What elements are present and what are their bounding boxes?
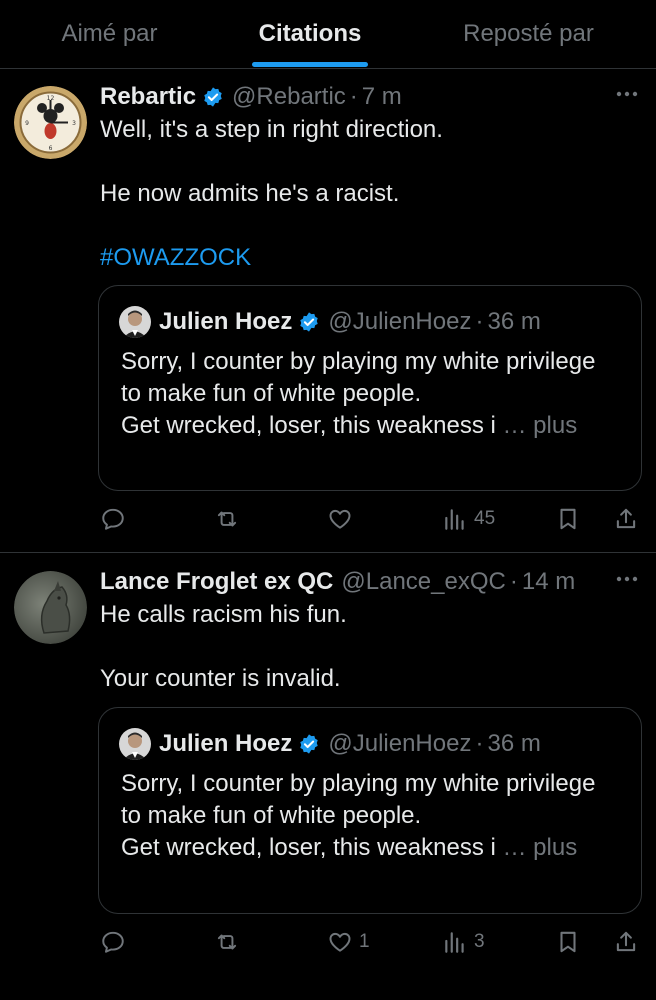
quoted-text-line: Sorry, I counter by playing my white pri…: [121, 348, 596, 375]
author-name[interactable]: Lance Froglet ex QC: [100, 568, 333, 596]
quoted-post-text: Sorry, I counter by playing my white pri…: [121, 346, 629, 442]
separator-dot: ·: [509, 568, 518, 595]
views-button[interactable]: 45: [442, 499, 495, 539]
post-header: Rebartic @Rebartic · 7 m: [100, 80, 642, 114]
post[interactable]: 12 3 6 9 Rebartic @Rebartic · 7 m Well, …: [0, 68, 656, 553]
reply-icon: [102, 931, 124, 953]
post[interactable]: Lance Froglet ex QC @Lance_exQC · 14 m H…: [0, 553, 656, 1000]
svg-text:9: 9: [25, 120, 29, 127]
quoted-author-handle: @JulienHoez: [328, 308, 472, 335]
svg-text:6: 6: [49, 145, 53, 152]
like-count: 1: [359, 931, 370, 952]
views-chart-icon: [445, 932, 464, 953]
post-header: Lance Froglet ex QC @Lance_exQC · 14 m: [100, 565, 642, 599]
quoted-text-line: to make fun of white people.: [121, 380, 422, 407]
reply-icon: [102, 508, 124, 530]
view-count: 45: [474, 508, 496, 529]
quoted-post-text: Sorry, I counter by playing my white pri…: [121, 768, 629, 864]
repost-icon: [217, 511, 237, 527]
post-text: He calls racism his fun. Your counter is…: [100, 599, 636, 695]
repost-button[interactable]: [214, 922, 246, 962]
svg-text:12: 12: [47, 95, 55, 102]
hashtag-link[interactable]: #OWAZZOCK: [100, 242, 636, 274]
like-button[interactable]: 1: [327, 922, 370, 962]
post-text-line: Well, it's a step in right direction.: [100, 116, 443, 143]
views-chart-icon: [445, 509, 464, 530]
quoted-author-handle: @JulienHoez: [328, 730, 472, 757]
tab-liked-by[interactable]: Aimé par: [0, 0, 219, 68]
avatar: [119, 728, 151, 760]
more-options-icon[interactable]: [612, 565, 642, 593]
avatar[interactable]: [14, 571, 87, 644]
verified-badge-icon: [202, 86, 224, 108]
avatar[interactable]: 12 3 6 9: [14, 86, 87, 159]
quoted-post-time: 36 m: [487, 308, 541, 335]
post-text-line: He now admits he's a racist.: [100, 180, 400, 207]
post-text-line: Your counter is invalid.: [100, 665, 341, 692]
quoted-author-name: Julien Hoez: [159, 308, 293, 335]
quoted-text-line: Sorry, I counter by playing my white pri…: [121, 770, 596, 797]
bookmark-button[interactable]: [555, 922, 581, 962]
post-text: Well, it's a step in right direction. He…: [100, 114, 636, 274]
bookmark-icon: [560, 931, 576, 953]
more-options-icon[interactable]: [612, 80, 642, 108]
author-name[interactable]: Rebartic: [100, 83, 196, 111]
reply-button[interactable]: [100, 499, 132, 539]
separator-dot: ·: [475, 730, 484, 757]
quoted-text-line: Get wrecked, loser, this weakness i: [121, 834, 496, 861]
share-button[interactable]: [613, 922, 639, 962]
views-button[interactable]: 3: [442, 922, 485, 962]
quoted-author-name: Julien Hoez: [159, 730, 293, 757]
bookmark-icon: [560, 508, 576, 530]
quoted-post[interactable]: Julien Hoez @JulienHoez · 36 m Sorry, I …: [98, 707, 642, 914]
tab-label: Reposté par: [463, 20, 594, 47]
show-more-link[interactable]: … plus: [503, 834, 578, 861]
horse-painting-avatar-icon: [14, 571, 87, 644]
quoted-post[interactable]: Julien Hoez @JulienHoez · 36 m Sorry, I …: [98, 285, 642, 491]
verified-badge-icon: [298, 311, 320, 333]
bookmark-button[interactable]: [555, 499, 581, 539]
verified-badge-icon: [298, 733, 320, 755]
quoted-text-line: to make fun of white people.: [121, 802, 422, 829]
view-count: 3: [474, 931, 485, 952]
quoted-post-header: Julien Hoez @JulienHoez · 36 m: [119, 726, 631, 762]
quoted-post-time: 36 m: [487, 730, 541, 757]
post-text-line: He calls racism his fun.: [100, 601, 347, 628]
separator-dot: ·: [475, 308, 484, 335]
tab-label: Citations: [258, 20, 362, 47]
post-time[interactable]: 7 m: [362, 83, 402, 111]
reply-button[interactable]: [100, 922, 132, 962]
post-actions: 45: [0, 499, 656, 539]
mickey-clock-avatar-icon: 12 3 6 9: [14, 86, 87, 159]
quoted-post-header: Julien Hoez @JulienHoez · 36 m: [119, 304, 631, 340]
repost-icon: [217, 934, 237, 950]
post-actions: 1 3: [0, 922, 656, 962]
tab-reposted-by[interactable]: Reposté par: [401, 0, 656, 68]
repost-button[interactable]: [214, 499, 246, 539]
share-icon: [616, 931, 636, 952]
tab-label: Aimé par: [61, 20, 158, 47]
share-button[interactable]: [613, 499, 639, 539]
tab-bar: Aimé par Citations Reposté par: [0, 0, 656, 69]
avatar: [119, 306, 151, 338]
svg-text:3: 3: [72, 120, 76, 127]
active-tab-indicator: [252, 62, 368, 67]
separator-dot: ·: [349, 83, 358, 110]
heart-icon: [329, 509, 351, 529]
author-handle[interactable]: @Rebartic: [232, 83, 346, 111]
share-icon: [616, 508, 636, 529]
show-more-link[interactable]: … plus: [503, 412, 578, 439]
tab-quotes[interactable]: Citations: [219, 0, 401, 68]
quoted-text-line: Get wrecked, loser, this weakness i: [121, 412, 496, 439]
post-time[interactable]: 14 m: [522, 568, 575, 596]
heart-icon: [329, 932, 351, 952]
like-button[interactable]: [327, 499, 359, 539]
author-handle[interactable]: @Lance_exQC: [341, 568, 505, 596]
